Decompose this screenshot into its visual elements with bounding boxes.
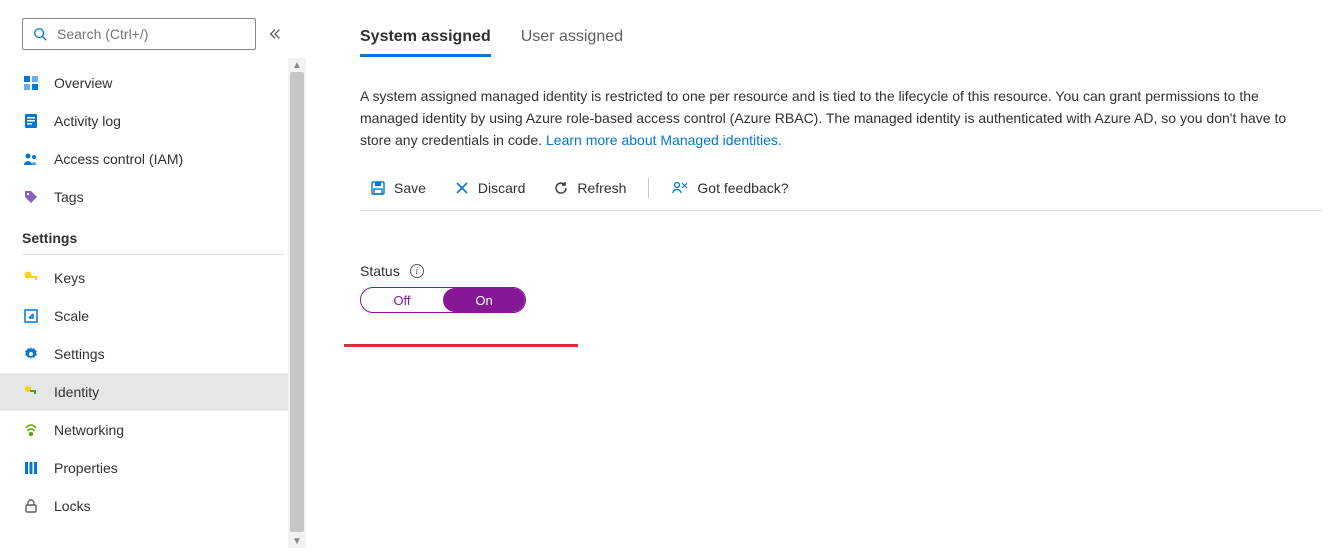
sidebar-label: Keys (54, 270, 85, 286)
refresh-button[interactable]: Refresh (543, 176, 636, 200)
sidebar-scrollbar[interactable]: ▲ ▼ (288, 58, 306, 548)
scroll-thumb[interactable] (290, 72, 304, 532)
discard-label: Discard (478, 180, 525, 196)
sidebar-label: Identity (54, 384, 99, 400)
sidebar-item-access-control[interactable]: Access control (IAM) (0, 140, 306, 178)
sidebar-group-settings: Settings (0, 216, 306, 250)
tab-system-assigned[interactable]: System assigned (360, 28, 491, 57)
tab-user-assigned[interactable]: User assigned (521, 28, 623, 57)
identity-icon (22, 383, 40, 401)
learn-more-link[interactable]: Learn more about Managed identities. (546, 132, 782, 148)
sidebar-divider (22, 254, 284, 255)
identity-tabs: System assigned User assigned (360, 28, 1322, 57)
main-content: System assigned User assigned A system a… (360, 28, 1322, 313)
tags-icon (22, 188, 40, 206)
refresh-label: Refresh (577, 180, 626, 196)
refresh-icon (553, 180, 569, 196)
status-label: Status (360, 263, 400, 279)
overview-icon (22, 74, 40, 92)
sidebar-item-networking[interactable]: Networking (0, 411, 306, 449)
status-toggle-off[interactable]: Off (361, 288, 443, 312)
annotation-underline (344, 344, 578, 347)
activity-log-icon (22, 112, 40, 130)
access-control-icon (22, 150, 40, 168)
identity-description: A system assigned managed identity is re… (360, 85, 1300, 151)
sidebar-item-properties[interactable]: Properties (0, 449, 306, 487)
sidebar-item-identity[interactable]: Identity (0, 373, 306, 411)
info-icon[interactable]: i (410, 264, 424, 278)
sidebar-label: Scale (54, 308, 89, 324)
description-text: A system assigned managed identity is re… (360, 88, 1286, 148)
save-button[interactable]: Save (360, 176, 436, 200)
keys-icon (22, 269, 40, 287)
properties-icon (22, 459, 40, 477)
sidebar-label: Overview (54, 75, 112, 91)
status-toggle[interactable]: Off On (360, 287, 526, 313)
toolbar-separator (648, 178, 649, 198)
scale-icon (22, 307, 40, 325)
search-icon (31, 25, 49, 43)
networking-icon (22, 421, 40, 439)
status-toggle-on[interactable]: On (443, 288, 525, 312)
search-box[interactable] (22, 18, 256, 50)
scroll-down-icon[interactable]: ▼ (288, 534, 306, 548)
feedback-icon (671, 180, 689, 196)
settings-gear-icon (22, 345, 40, 363)
sidebar-item-scale[interactable]: Scale (0, 297, 306, 335)
sidebar-label: Locks (54, 498, 91, 514)
sidebar: Overview Activity log Access control (IA… (0, 0, 306, 558)
search-input[interactable] (55, 25, 247, 43)
discard-icon (454, 180, 470, 196)
sidebar-item-settings[interactable]: Settings (0, 335, 306, 373)
save-icon (370, 180, 386, 196)
toolbar: Save Discard Refresh Got feedback? (360, 171, 1322, 211)
save-label: Save (394, 180, 426, 196)
scroll-up-icon[interactable]: ▲ (288, 58, 306, 72)
sidebar-item-locks[interactable]: Locks (0, 487, 306, 525)
sidebar-label: Networking (54, 422, 124, 438)
sidebar-item-tags[interactable]: Tags (0, 178, 306, 216)
sidebar-label: Activity log (54, 113, 121, 129)
sidebar-label: Settings (54, 346, 105, 362)
feedback-label: Got feedback? (697, 180, 788, 196)
sidebar-label: Tags (54, 189, 84, 205)
sidebar-label: Access control (IAM) (54, 151, 183, 167)
sidebar-item-keys[interactable]: Keys (0, 259, 306, 297)
lock-icon (22, 497, 40, 515)
status-section: Status i Off On (360, 263, 1322, 313)
feedback-button[interactable]: Got feedback? (661, 176, 798, 200)
collapse-sidebar-button[interactable] (266, 25, 284, 43)
discard-button[interactable]: Discard (444, 176, 535, 200)
sidebar-item-overview[interactable]: Overview (0, 64, 306, 102)
sidebar-item-activity-log[interactable]: Activity log (0, 102, 306, 140)
sidebar-label: Properties (54, 460, 118, 476)
